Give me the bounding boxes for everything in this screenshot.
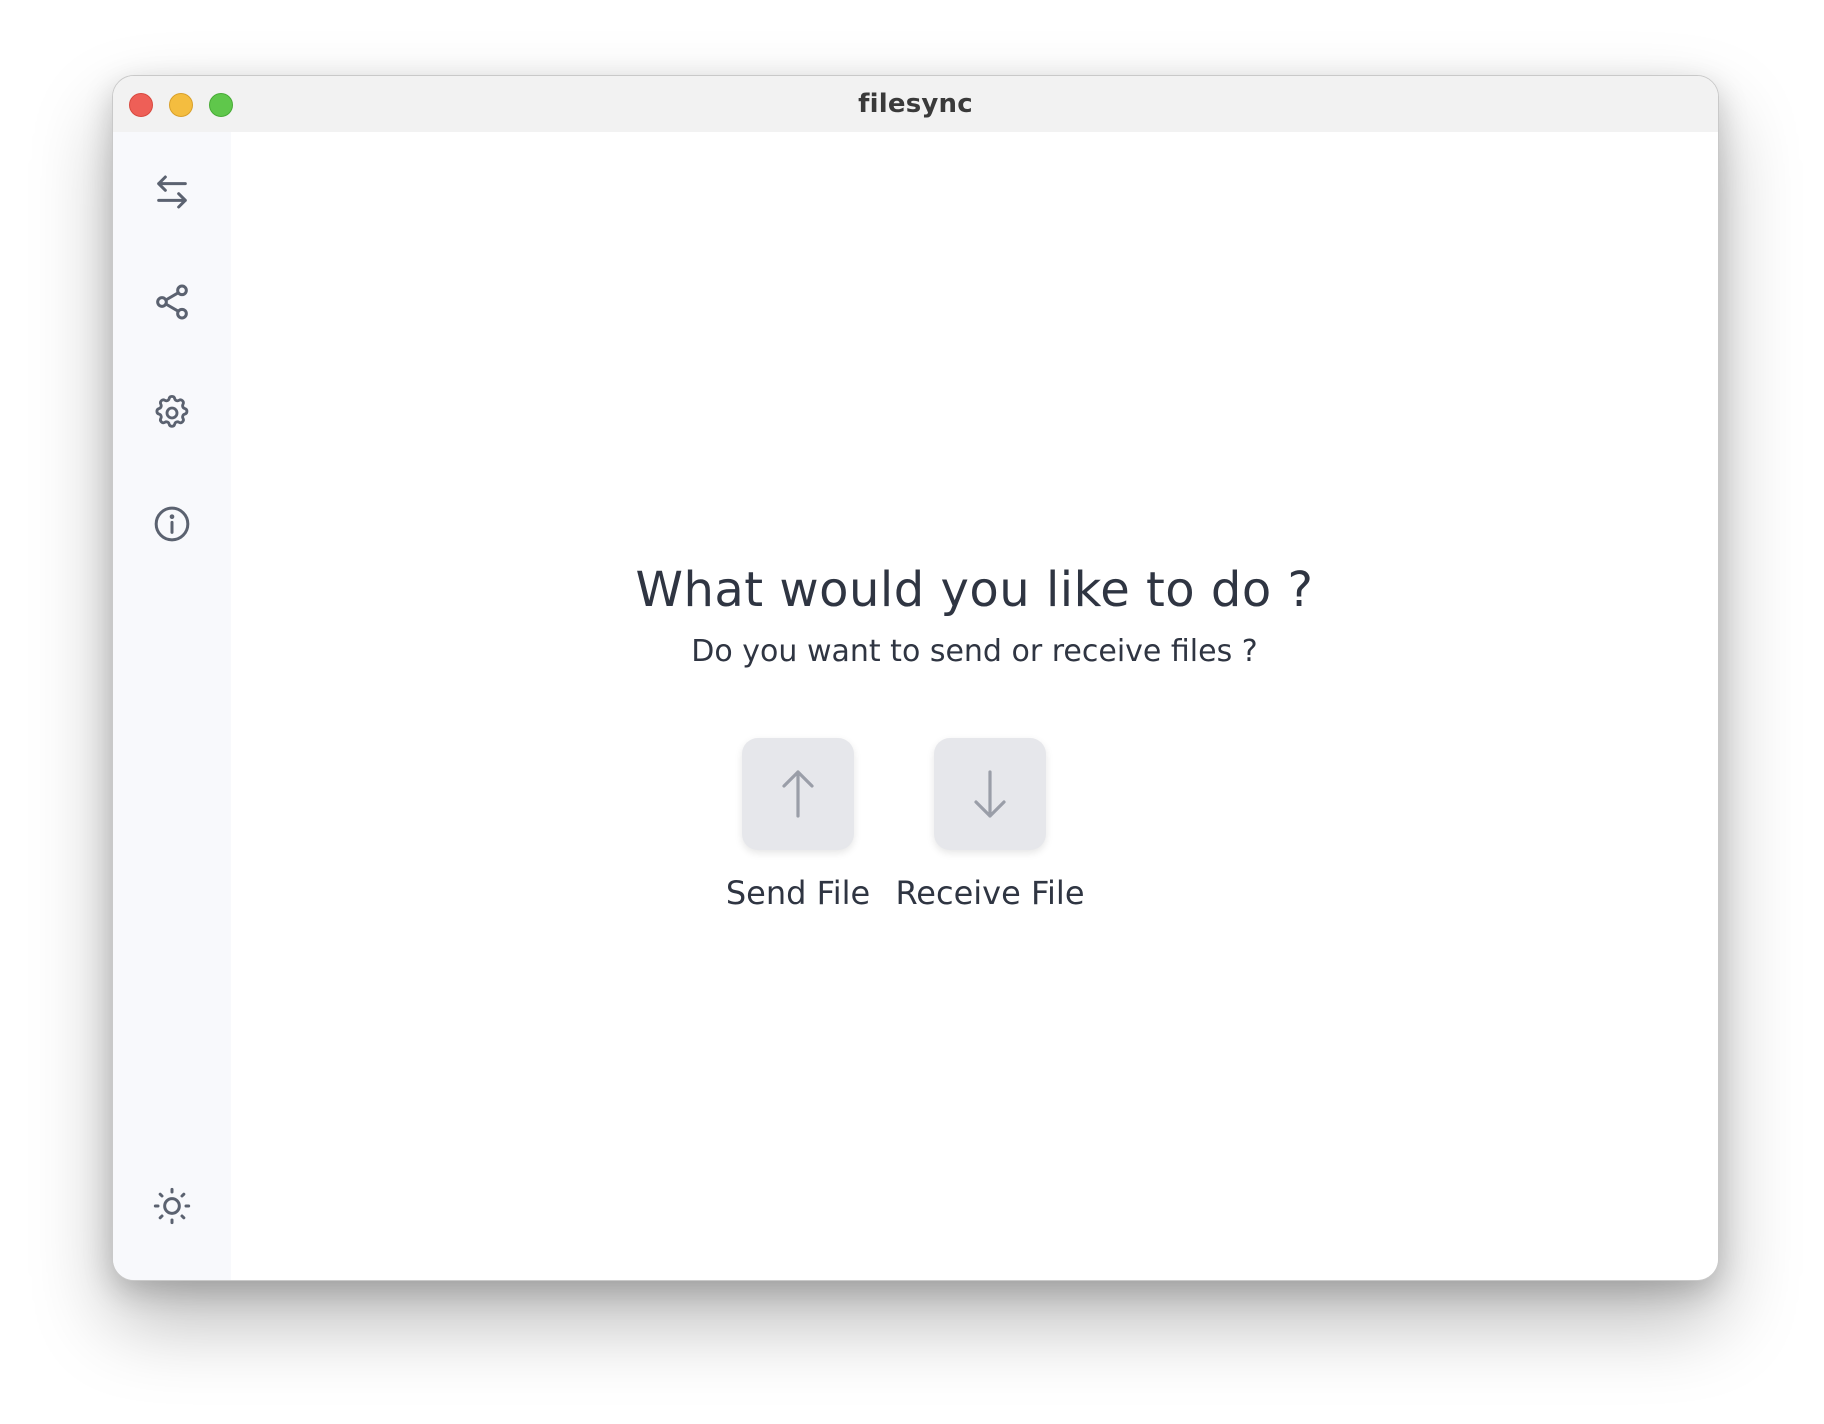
- receive-file-button[interactable]: [934, 738, 1046, 850]
- main-content: What would you like to do ? Do you want …: [231, 132, 1718, 1280]
- sidebar: [113, 132, 231, 1280]
- transfer-arrows-icon: [157, 175, 187, 209]
- title-bar[interactable]: filesync: [113, 76, 1718, 132]
- page-title: What would you like to do ?: [635, 562, 1314, 618]
- sidebar-item-info[interactable]: [145, 497, 199, 551]
- send-file-action: Send File: [693, 738, 903, 912]
- receive-file-action: Receive File: [885, 738, 1095, 912]
- send-file-button[interactable]: [742, 738, 854, 850]
- arrow-up-icon: [782, 770, 814, 818]
- arrow-down-icon: [974, 770, 1006, 818]
- sun-icon: [153, 1187, 191, 1225]
- sidebar-item-share[interactable]: [145, 275, 199, 329]
- sidebar-item-transfer[interactable]: [145, 165, 199, 219]
- send-file-label: Send File: [725, 874, 871, 912]
- sidebar-item-settings[interactable]: [145, 386, 199, 440]
- info-icon: [154, 506, 190, 542]
- app-window: filesync What would you like to do ? Do …: [112, 75, 1719, 1281]
- share-icon: [156, 284, 188, 320]
- gear-icon: [155, 394, 189, 428]
- theme-toggle-button[interactable]: [145, 1179, 199, 1233]
- page-subtitle: Do you want to send or receive files ?: [691, 634, 1258, 669]
- receive-file-label: Receive File: [895, 874, 1085, 912]
- window-title: filesync: [858, 89, 973, 119]
